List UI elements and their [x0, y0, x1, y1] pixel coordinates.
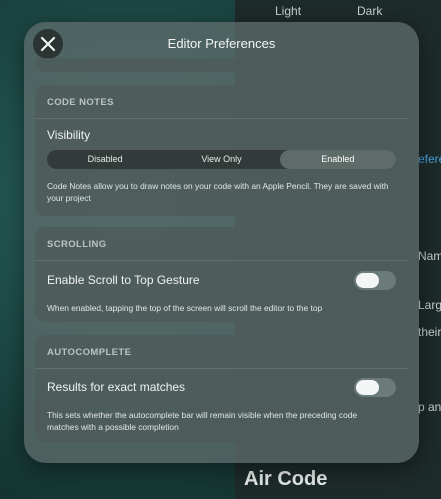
section-header: SCROLLING — [47, 239, 107, 250]
autocomplete-section: AUTOCOMPLETE Results for exact matches T… — [35, 335, 408, 442]
toggle-knob — [356, 273, 379, 288]
segment-enabled[interactable]: Enabled — [279, 150, 396, 169]
background-text-fragment: p an — [418, 400, 441, 414]
divider — [35, 118, 408, 119]
background-light-option: Light — [275, 4, 302, 18]
code-notes-section: CODE NOTES Visibility Disabled View Only… — [35, 85, 408, 216]
exact-matches-toggle[interactable] — [354, 378, 396, 397]
segment-view-only[interactable]: View Only — [163, 150, 279, 169]
scroll-to-top-label: Enable Scroll to Top Gesture — [47, 273, 200, 287]
background-text-fragment: Name — [418, 249, 441, 263]
autocomplete-description: This sets whether the autocomplete bar w… — [47, 410, 358, 432]
scroll-to-top-toggle[interactable] — [354, 271, 396, 290]
toggle-knob — [356, 380, 379, 395]
section-header: AUTOCOMPLETE — [47, 347, 132, 358]
divider — [35, 368, 408, 369]
app-title: Air Code — [244, 468, 328, 490]
section-header: CODE NOTES — [47, 97, 114, 108]
divider — [35, 260, 408, 261]
background-text-fragment: their — [418, 325, 441, 339]
previous-section-card — [35, 58, 408, 72]
exact-matches-label: Results for exact matches — [47, 380, 186, 394]
visibility-label: Visibility — [47, 128, 91, 142]
background-link-fragment: eferer — [418, 152, 441, 166]
background-text-fragment: Large — [418, 298, 441, 312]
code-notes-description: Code Notes allow you to draw notes on yo… — [47, 181, 389, 203]
visibility-segmented-control: Disabled View Only Enabled — [47, 150, 396, 169]
editor-preferences-modal: Editor Preferences CODE NOTES Visibility… — [24, 22, 419, 463]
background-dark-option: Dark — [357, 4, 383, 18]
scrolling-description: When enabled, tapping the top of the scr… — [47, 303, 323, 313]
segment-disabled[interactable]: Disabled — [47, 150, 163, 169]
scrolling-section: SCROLLING Enable Scroll to Top Gesture W… — [35, 227, 408, 322]
modal-title: Editor Preferences — [167, 36, 276, 51]
